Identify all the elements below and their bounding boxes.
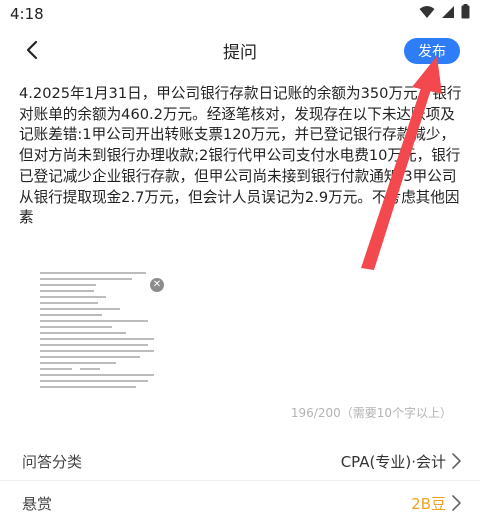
reward-row[interactable]: 悬赏 2B豆 <box>0 480 480 524</box>
document-scan-image <box>36 268 160 394</box>
category-row[interactable]: 问答分类 CPA(专业)·会计 <box>0 438 480 482</box>
chevron-right-icon <box>452 453 461 469</box>
category-label: 问答分类 <box>22 453 83 471</box>
cellular-signal-icon <box>442 5 454 18</box>
nav-bar: 提问 发布 <box>0 28 480 72</box>
remove-attachment-button[interactable]: ✕ <box>150 278 164 292</box>
char-counter: 196/200（需要10个字以上） <box>290 406 452 420</box>
status-icons <box>419 4 470 19</box>
reward-value: 2B豆 <box>411 495 446 513</box>
back-arrow-icon <box>26 40 38 60</box>
publish-button[interactable]: 发布 <box>404 38 460 64</box>
attachment-thumbnail[interactable] <box>36 268 160 394</box>
chevron-right-icon <box>452 495 461 511</box>
close-icon: ✕ <box>152 279 162 290</box>
back-button[interactable] <box>18 34 46 66</box>
question-text[interactable]: 4.2025年1月31日，甲公司银行存款日记账的余额为350万元，银行对账单的余… <box>19 84 463 229</box>
category-value: CPA(专业)·会计 <box>340 453 446 471</box>
status-time: 4:18 <box>10 5 44 23</box>
reward-label: 悬赏 <box>22 495 53 513</box>
battery-icon <box>461 4 470 19</box>
status-bar: 4:18 <box>0 0 480 28</box>
wifi-icon <box>419 5 435 18</box>
